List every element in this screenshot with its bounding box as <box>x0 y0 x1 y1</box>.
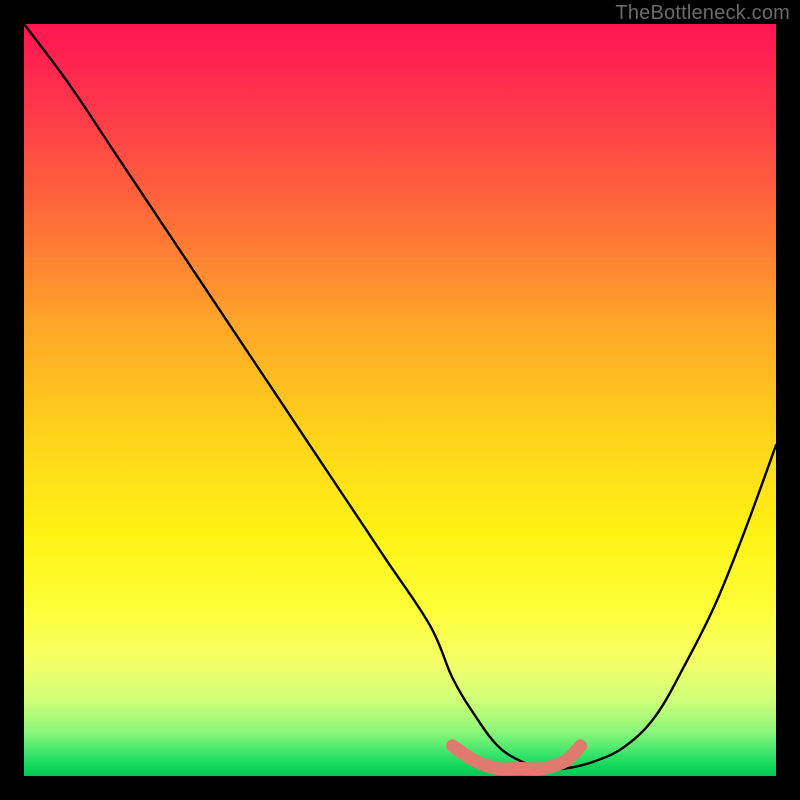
highlight-band <box>453 746 581 769</box>
chart-frame: TheBottleneck.com <box>0 0 800 800</box>
plot-area <box>24 24 776 776</box>
bottleneck-curve <box>24 24 776 769</box>
watermark-text: TheBottleneck.com <box>615 2 790 25</box>
curve-svg <box>24 24 776 776</box>
